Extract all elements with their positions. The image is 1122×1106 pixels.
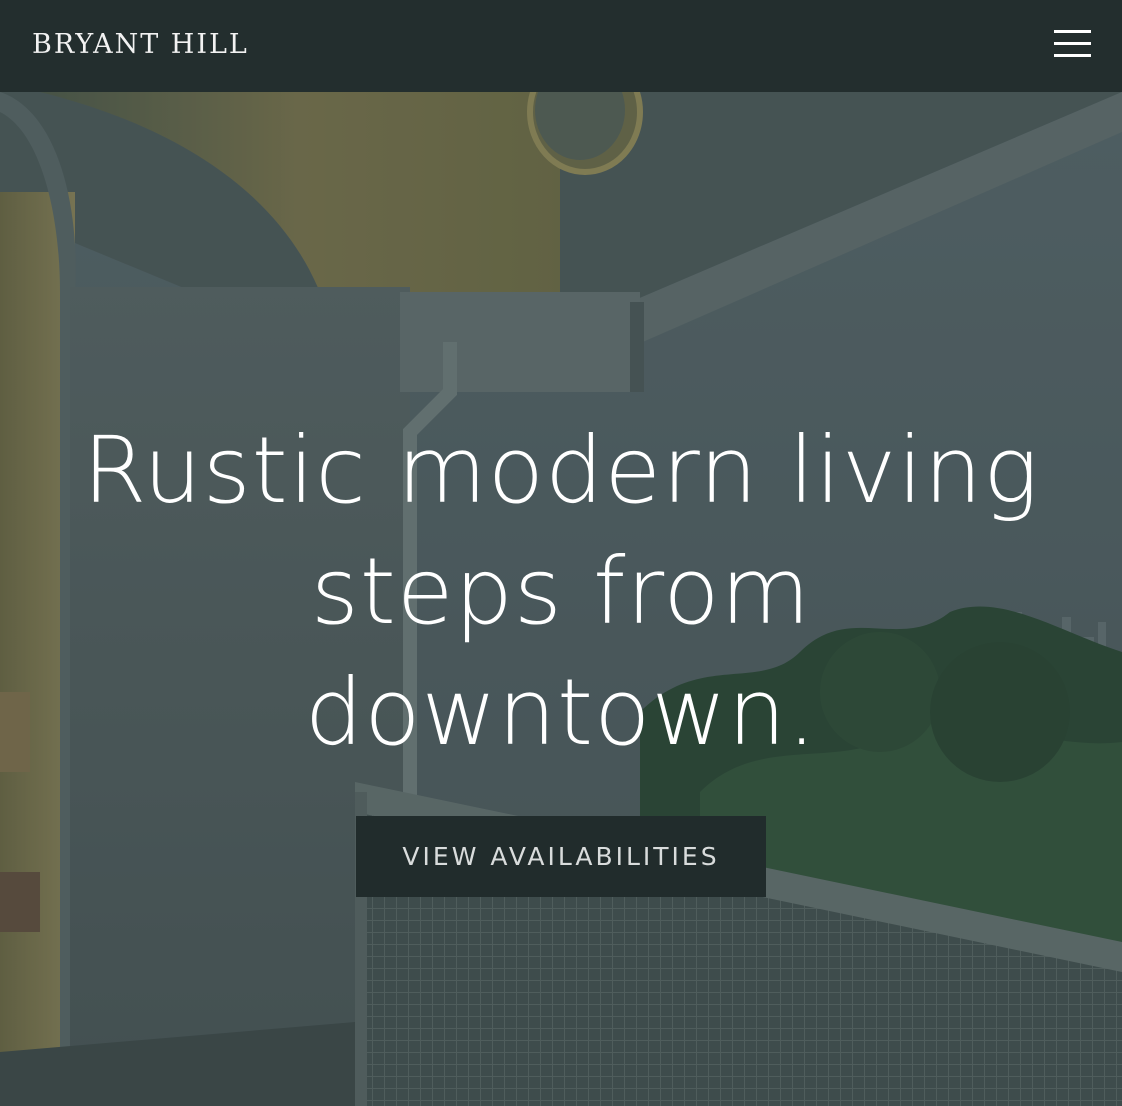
brand-logo[interactable]: BRYANT HILL bbox=[32, 27, 249, 63]
view-availabilities-button[interactable]: VIEW AVAILABILITIES bbox=[356, 816, 766, 897]
site-header: BRYANT HILL bbox=[0, 0, 1122, 92]
headline-line-2: steps from bbox=[310, 538, 812, 645]
headline-line-3: downtown. bbox=[304, 659, 818, 766]
headline-line-1: Rustic modern living bbox=[82, 417, 1040, 524]
menu-button[interactable] bbox=[1046, 24, 1098, 66]
hero-headline: Rustic modern living steps from downtown… bbox=[40, 410, 1082, 773]
hero-section: Rustic modern living steps from downtown… bbox=[0, 92, 1122, 1106]
